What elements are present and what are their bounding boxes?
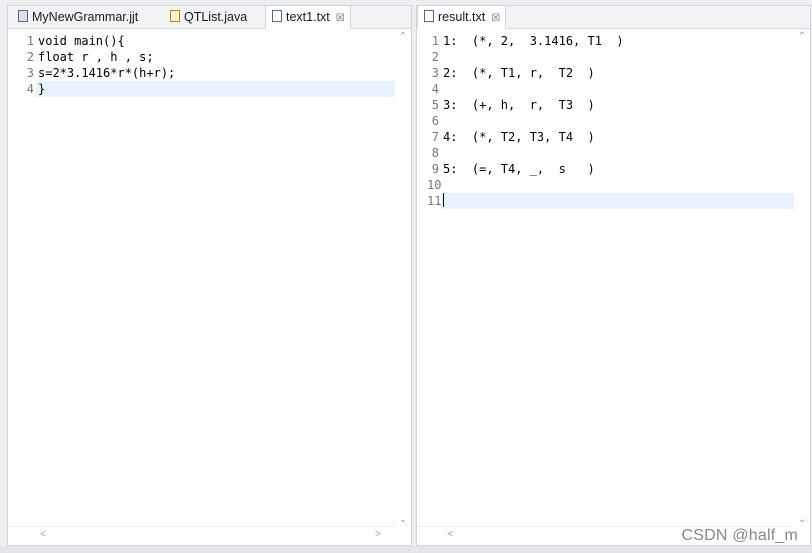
vertical-scrollbar[interactable]: ⌃ ⌄ [395,29,411,527]
java-file-icon [170,10,180,22]
tab-label: result.txt [438,10,486,24]
close-icon[interactable]: ☒ [336,13,345,24]
line-number: 1 [26,34,34,48]
line-number: 3 [26,66,34,80]
tab-qtlist-java[interactable]: QTList.java [164,6,247,28]
scroll-up-icon[interactable]: ⌃ [395,31,411,42]
tab-label: MyNewGrammar.jjt [32,10,139,24]
right-tab-bar: result.txt ☒ [417,6,810,29]
left-editor-pane: MyNewGrammar.jjt QTList.java text1.txt ☒ … [7,5,412,546]
code-line: 4: (*, T2, T3, T4 ) [443,130,595,144]
right-text-editor[interactable]: 1 2 3 4 5 6 7 8 9 10 11 1: (*, 2, 3.1416… [417,29,810,527]
scroll-down-icon[interactable]: ⌄ [395,514,411,525]
current-code-line [441,193,794,209]
line-number: 7 [431,130,439,144]
line-number: 6 [431,114,439,128]
line-number: 9 [431,162,439,176]
scroll-right-icon[interactable]: > [371,529,385,540]
code-line: 5: (=, T4, _, s ) [443,162,595,176]
line-number: 10 [427,178,442,192]
text-file-icon [272,10,282,22]
status-bar [0,546,812,553]
line-number: 4 [431,82,439,96]
code-line: void main(){ [38,34,125,48]
line-number: 4 [26,82,34,96]
line-number: 11 [427,194,442,208]
tab-mynewgrammar[interactable]: MyNewGrammar.jjt [12,6,138,28]
code-line: 3: (+, h, r, T3 ) [443,98,595,112]
code-line: float r , h , s; [38,50,154,64]
line-number: 2 [26,50,34,64]
line-number: 3 [431,66,439,80]
close-icon[interactable]: ☒ [491,13,500,24]
tab-text1-txt[interactable]: text1.txt ☒ [265,6,351,29]
code-line: 2: (*, T1, r, T2 ) [443,66,595,80]
watermark: CSDN @half_m [681,527,798,544]
jjt-file-icon [18,10,28,22]
scroll-left-icon[interactable]: < [443,529,457,540]
line-number: 1 [431,34,439,48]
line-number: 5 [431,98,439,112]
vertical-scrollbar[interactable]: ⌃ ⌄ [794,29,810,527]
tab-result-txt[interactable]: result.txt ☒ [417,6,507,29]
current-code-line: } [36,81,395,97]
horizontal-scrollbar[interactable]: < > [8,526,395,545]
code-line: s=2*3.1416*r*(h+r); [38,66,176,80]
line-number: 2 [431,50,439,64]
code-line: 1: (*, 2, 3.1416, T1 ) [443,34,624,48]
text-file-icon [424,10,434,22]
left-tab-bar: MyNewGrammar.jjt QTList.java text1.txt ☒ [8,6,411,29]
scroll-up-icon[interactable]: ⌃ [794,31,810,42]
text-caret [443,193,444,207]
tab-label: text1.txt [286,10,330,24]
left-text-editor[interactable]: 1 2 3 4 void main(){ float r , h , s; s=… [8,29,411,527]
code-area[interactable]: 1: (*, 2, 3.1416, T1 ) 2: (*, T1, r, T2 … [441,33,794,209]
line-number: 8 [431,146,439,160]
scroll-down-icon[interactable]: ⌄ [794,514,810,525]
tab-label: QTList.java [184,10,248,24]
scroll-left-icon[interactable]: < [36,529,50,540]
code-area[interactable]: void main(){ float r , h , s; s=2*3.1416… [36,33,395,97]
line-number-gutter: 1 2 3 4 [20,33,34,97]
line-number-gutter: 1 2 3 4 5 6 7 8 9 10 11 [427,33,442,209]
right-editor-pane: result.txt ☒ 1 2 3 4 5 6 7 8 9 10 11 1: (… [416,5,811,546]
